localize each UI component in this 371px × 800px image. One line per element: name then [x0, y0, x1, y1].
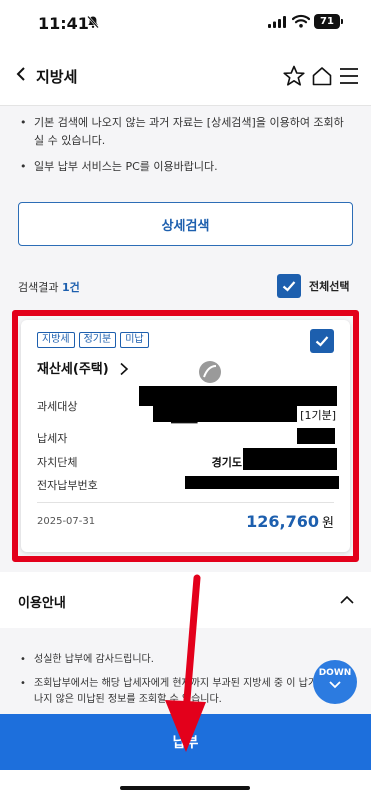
chevron-up-icon[interactable]	[339, 592, 355, 608]
wifi-icon	[292, 14, 310, 28]
bell-muted-icon	[87, 15, 99, 29]
home-icon[interactable]	[311, 65, 333, 87]
highlight-box	[12, 310, 359, 562]
bottom-safe-area	[0, 770, 371, 800]
guide-header[interactable]: 이용안내	[0, 572, 371, 628]
back-arrow-icon[interactable]	[14, 66, 30, 82]
detail-search-button[interactable]: 상세검색	[18, 202, 353, 246]
cellular-signal-icon	[268, 16, 286, 28]
select-all-checkbox[interactable]	[277, 274, 301, 298]
guide-title: 이용안내	[18, 596, 66, 611]
guide-item: 성실한 납부에 감사드립니다.	[18, 652, 353, 668]
app-header: 지방세	[0, 46, 371, 106]
pay-button[interactable]: 납부	[0, 714, 371, 770]
battery-icon: 71	[314, 14, 343, 29]
checkmark-icon	[282, 281, 296, 292]
result-count-label: 검색결과	[18, 281, 59, 294]
chevron-down-icon	[329, 681, 341, 689]
home-indicator	[120, 786, 250, 790]
status-bar: 11:41 71	[0, 0, 371, 46]
notice-item: 일부 납부 서비스는 PC를 이용바랍니다.	[18, 158, 353, 176]
status-time: 11:41	[38, 14, 89, 33]
down-label: DOWN	[318, 668, 352, 678]
result-count-number: 1건	[61, 281, 80, 294]
select-all[interactable]: 전체선택	[277, 274, 349, 298]
select-all-label: 전체선택	[309, 280, 350, 293]
notice-list: 기본 검색에 나오지 않는 과거 자료는 [상세검색]을 이용하여 조회하실 수…	[0, 106, 371, 186]
star-icon[interactable]	[283, 65, 305, 87]
guide-item: 조회납부에서는 해당 납세자에게 현재까지 부과된 지방세 중 이 납기일이 지…	[18, 676, 353, 708]
scroll-down-button[interactable]: DOWN	[313, 660, 357, 704]
hamburger-menu-icon[interactable]	[340, 67, 358, 85]
notice-item: 기본 검색에 나오지 않는 과거 자료는 [상세검색]을 이용하여 조회하실 수…	[18, 114, 353, 150]
page-title: 지방세	[36, 68, 78, 86]
result-count: 검색결과 1건	[18, 279, 80, 295]
